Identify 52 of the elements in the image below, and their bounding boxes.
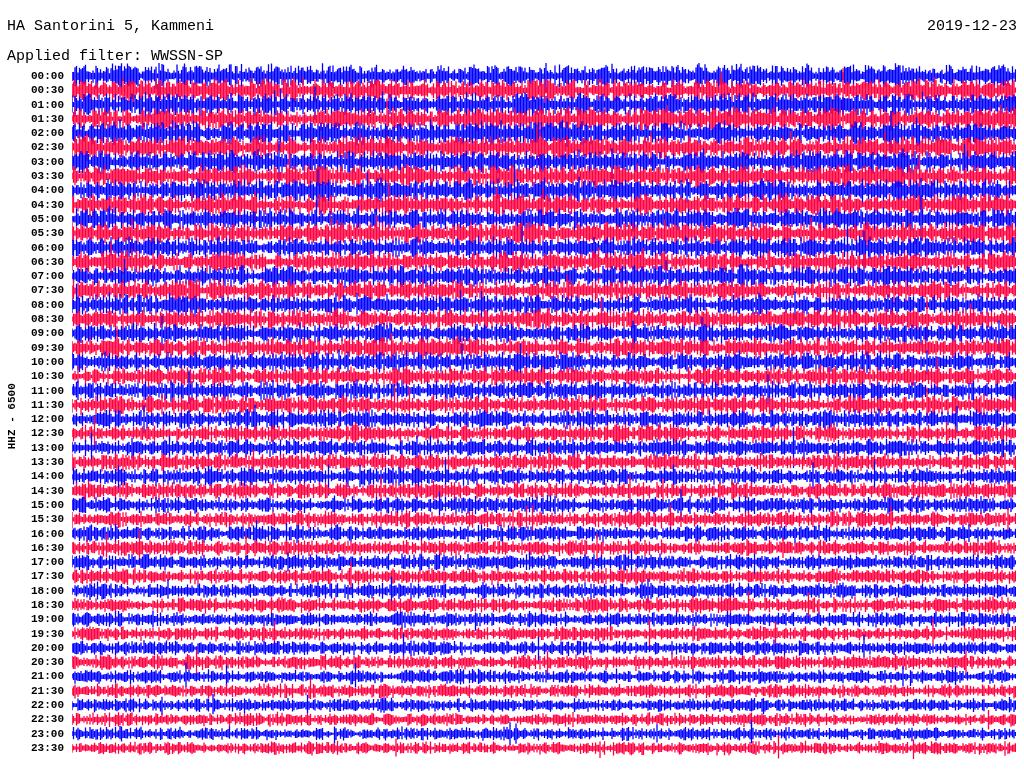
date-label: 2019-12-23	[927, 18, 1017, 36]
time-label: 07:00	[31, 269, 64, 284]
time-label: 03:30	[31, 169, 64, 184]
time-label: 00:30	[31, 83, 64, 98]
time-label: 19:00	[31, 612, 64, 627]
time-label: 01:00	[31, 97, 64, 112]
time-label: 23:00	[31, 726, 64, 741]
time-label: 17:30	[31, 569, 64, 584]
time-label: 11:00	[31, 383, 64, 398]
time-label: 15:30	[31, 512, 64, 527]
time-label: 11:30	[31, 397, 64, 413]
time-label: 10:00	[31, 354, 64, 370]
time-label: 12:30	[31, 426, 64, 441]
time-label: 18:00	[31, 583, 64, 598]
time-label: 09:00	[31, 326, 64, 341]
time-label: 08:30	[31, 312, 64, 327]
time-label: 23:30	[31, 740, 64, 756]
time-label: 02:00	[31, 126, 64, 141]
time-label: 05:00	[31, 211, 64, 227]
time-label: 00:00	[31, 69, 64, 84]
time-label: 14:30	[31, 483, 64, 498]
time-label: 20:30	[31, 655, 64, 670]
station-title: HA Santorini 5, Kammeni	[7, 18, 215, 36]
time-label: 03:00	[31, 154, 64, 170]
time-label: 12:00	[31, 412, 64, 427]
time-label: 17:00	[31, 555, 64, 570]
time-label: 07:30	[31, 283, 64, 298]
time-label: 04:30	[31, 197, 64, 212]
time-label: 02:30	[31, 140, 64, 155]
time-label: 16:30	[31, 540, 64, 556]
time-label: 21:00	[31, 669, 64, 684]
time-label: 09:30	[31, 340, 64, 355]
time-label: 08:00	[31, 297, 64, 313]
time-label: 16:00	[31, 526, 64, 541]
time-label: 14:00	[31, 469, 64, 484]
time-label: 04:00	[31, 183, 64, 198]
time-label: 01:30	[31, 111, 64, 127]
time-label: 20:00	[31, 640, 64, 656]
time-label: 13:00	[31, 440, 64, 455]
time-label: 05:30	[31, 226, 64, 241]
time-label: 22:30	[31, 712, 64, 727]
time-label: 06:30	[31, 254, 64, 270]
time-label: 22:00	[31, 698, 64, 713]
filter-label: Applied filter: WWSSN-SP	[7, 48, 224, 65]
time-label: 13:30	[31, 455, 64, 470]
axis-label: HHZ - 6500	[4, 383, 19, 450]
time-label: 19:30	[31, 626, 64, 641]
time-label: 18:30	[31, 598, 64, 613]
time-label: 15:00	[31, 497, 64, 513]
time-label: 21:30	[31, 683, 64, 699]
time-label: 06:00	[31, 240, 64, 255]
time-label: 10:30	[31, 369, 64, 384]
